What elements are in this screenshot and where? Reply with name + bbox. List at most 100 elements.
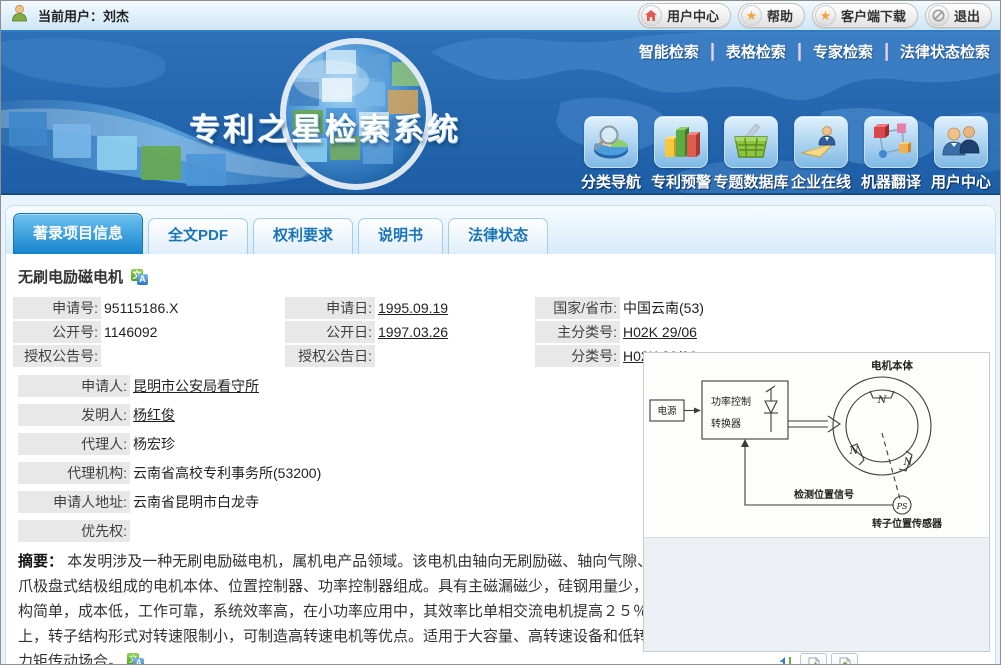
nav-link-form-search[interactable]: 表格检索 bbox=[726, 41, 786, 62]
app-toolbar: 分类导航 专利预警 bbox=[576, 116, 996, 192]
field-label: 授权公告号: bbox=[13, 345, 101, 367]
figure-toolbar bbox=[778, 653, 858, 665]
logout-icon bbox=[928, 5, 949, 26]
user-center-button-label: 用户中心 bbox=[667, 6, 719, 25]
molecule-icon bbox=[864, 116, 918, 168]
field-value: 杨红俊 bbox=[130, 404, 650, 426]
figure-label-converter-1: 功率控制 bbox=[711, 395, 751, 408]
translate-icon[interactable]: 文A bbox=[127, 653, 144, 665]
field-value: 1995.09.19 bbox=[375, 297, 535, 319]
app-label: 机器翻译 bbox=[861, 171, 921, 192]
current-user-name: 刘杰 bbox=[103, 9, 129, 24]
field-label: 公开号: bbox=[13, 321, 101, 343]
bibliographic-content: 无刷电励磁电机 文A 申请号: 95115186.X 申请日: 1995.09.… bbox=[6, 254, 995, 665]
patent-star-search-page: 当前用户：刘杰 用户中心 ★ 帮助 ★ 客户端下载 退出 bbox=[0, 0, 1001, 665]
help-button-label: 帮助 bbox=[767, 6, 793, 25]
field-label: 分类号: bbox=[535, 345, 620, 367]
field-label: 申请人: bbox=[18, 375, 130, 397]
translate-icon[interactable]: 文A bbox=[131, 269, 148, 285]
app-machine-translation[interactable]: 机器翻译 bbox=[856, 116, 926, 192]
nav-link-expert-search[interactable]: 专家检索 bbox=[813, 41, 873, 62]
app-enterprise-online[interactable]: 企业在线 bbox=[786, 116, 856, 192]
tab-bibliographic-info[interactable]: 著录项目信息 bbox=[13, 213, 143, 254]
figure-label-motor-body: 电机本体 bbox=[871, 359, 913, 372]
app-topic-database[interactable]: 专题数据库 bbox=[716, 116, 786, 192]
field-label: 主分类号: bbox=[535, 321, 620, 343]
figure-pole-n: N bbox=[903, 457, 914, 468]
app-label: 用户中心 bbox=[931, 171, 991, 192]
app-patent-alert[interactable]: 专利预警 bbox=[646, 116, 716, 192]
nav-separator: ┃ bbox=[795, 43, 804, 61]
field-value: H02K 29/06 bbox=[620, 321, 995, 343]
abstract-label: 摘要： bbox=[18, 553, 63, 570]
application-date-link[interactable]: 1995.09.19 bbox=[378, 300, 448, 316]
logout-button-label: 退出 bbox=[954, 6, 980, 25]
tab-legal-status[interactable]: 法律状态 bbox=[448, 218, 548, 254]
field-value bbox=[130, 520, 650, 542]
publication-date-link[interactable]: 1997.03.26 bbox=[378, 324, 448, 340]
user-center-button[interactable]: 用户中心 bbox=[638, 3, 731, 28]
patent-figure: 电源 功率控制 转换器 电机本体 N N N 检测位置信号 PS 转子位置传感器 bbox=[644, 353, 989, 538]
sort-arrows-icon[interactable] bbox=[778, 656, 796, 665]
field-label: 申请号: bbox=[13, 297, 101, 319]
logout-button[interactable]: 退出 bbox=[925, 3, 992, 28]
app-classification-nav[interactable]: 分类导航 bbox=[576, 116, 646, 192]
field-label: 代理人: bbox=[18, 433, 130, 455]
client-download-button[interactable]: ★ 客户端下载 bbox=[812, 3, 918, 28]
nav-link-smart-search[interactable]: 智能检索 bbox=[639, 41, 699, 62]
top-user-bar: 当前用户：刘杰 用户中心 ★ 帮助 ★ 客户端下载 退出 bbox=[1, 1, 1000, 32]
field-label: 申请日: bbox=[285, 297, 375, 319]
export-doc-button[interactable] bbox=[800, 653, 827, 665]
figure-label-ps: PS bbox=[896, 502, 908, 511]
translate-en-glyph: A bbox=[133, 658, 144, 665]
field-label: 发明人: bbox=[18, 404, 130, 426]
upload-doc-button[interactable] bbox=[831, 653, 858, 665]
field-label: 授权公告日: bbox=[285, 345, 375, 367]
tab-claims[interactable]: 权利要求 bbox=[253, 218, 353, 254]
field-label: 代理机构: bbox=[18, 462, 130, 484]
field-value: 云南省高校专利事务所(53200) bbox=[130, 462, 650, 484]
figure-pole-n: N bbox=[849, 446, 860, 457]
app-user-center[interactable]: 用户中心 bbox=[926, 116, 996, 192]
star-icon: ★ bbox=[741, 5, 762, 26]
basket-icon bbox=[724, 116, 778, 168]
field-value: 1997.03.26 bbox=[375, 321, 535, 343]
figure-label-signal: 检测位置信号 bbox=[794, 488, 854, 501]
field-value: 杨宏珍 bbox=[130, 433, 650, 455]
field-row: 公开号: 1146092 公开日: 1997.03.26 主分类号: H02K … bbox=[13, 321, 995, 343]
main-ipc-link[interactable]: H02K 29/06 bbox=[623, 324, 697, 340]
figure-label-converter-2: 转换器 bbox=[711, 417, 741, 430]
app-label: 专题数据库 bbox=[714, 171, 789, 192]
app-label: 企业在线 bbox=[791, 171, 851, 192]
tab-description[interactable]: 说明书 bbox=[358, 218, 443, 254]
home-icon bbox=[641, 5, 662, 26]
patent-figure-panel: 电源 功率控制 转换器 电机本体 N N N 检测位置信号 PS 转子位置传感器 bbox=[643, 352, 990, 652]
translate-en-glyph: A bbox=[137, 274, 148, 285]
figure-label-sensor: 转子位置传感器 bbox=[872, 517, 943, 530]
tab-fulltext-pdf[interactable]: 全文PDF bbox=[148, 218, 248, 254]
field-value: 中国云南(53) bbox=[620, 297, 995, 319]
client-download-button-label: 客户端下载 bbox=[841, 6, 906, 25]
help-button[interactable]: ★ 帮助 bbox=[738, 3, 805, 28]
nav-separator: ┃ bbox=[882, 43, 891, 61]
detail-panel: 著录项目信息 全文PDF 权利要求 说明书 法律状态 无刷电励磁电机 文A 申请… bbox=[5, 205, 996, 664]
field-value: 昆明市公安局看守所 bbox=[130, 375, 650, 397]
field-value: 云南省昆明市白龙寺 bbox=[130, 491, 650, 513]
banner-nav: 智能检索 ┃ 表格检索 ┃ 专家检索 ┃ 法律状态检索 bbox=[639, 41, 990, 62]
current-user: 当前用户：刘杰 bbox=[38, 6, 129, 25]
field-label: 申请人地址: bbox=[18, 491, 130, 513]
figure-pole-n: N bbox=[877, 395, 888, 406]
user-icon bbox=[11, 4, 28, 27]
field-value bbox=[375, 345, 535, 367]
field-label: 优先权: bbox=[18, 520, 130, 542]
nav-separator: ┃ bbox=[708, 43, 717, 61]
abstract: 摘要： 本发明涉及一种无刷电励磁电机，属机电产品领域。该电机由轴向无刷励磁、轴向… bbox=[18, 549, 663, 665]
inventor-link[interactable]: 杨红俊 bbox=[133, 407, 175, 423]
site-title: 专利之星检索系统 bbox=[189, 104, 461, 149]
field-value: 95115186.X bbox=[101, 297, 285, 319]
app-label: 分类导航 bbox=[581, 171, 641, 192]
applicant-link[interactable]: 昆明市公安局看守所 bbox=[133, 378, 259, 394]
field-label: 国家/省市: bbox=[535, 297, 620, 319]
pie-search-icon bbox=[584, 116, 638, 168]
nav-link-legal-status-search[interactable]: 法律状态检索 bbox=[900, 41, 990, 62]
